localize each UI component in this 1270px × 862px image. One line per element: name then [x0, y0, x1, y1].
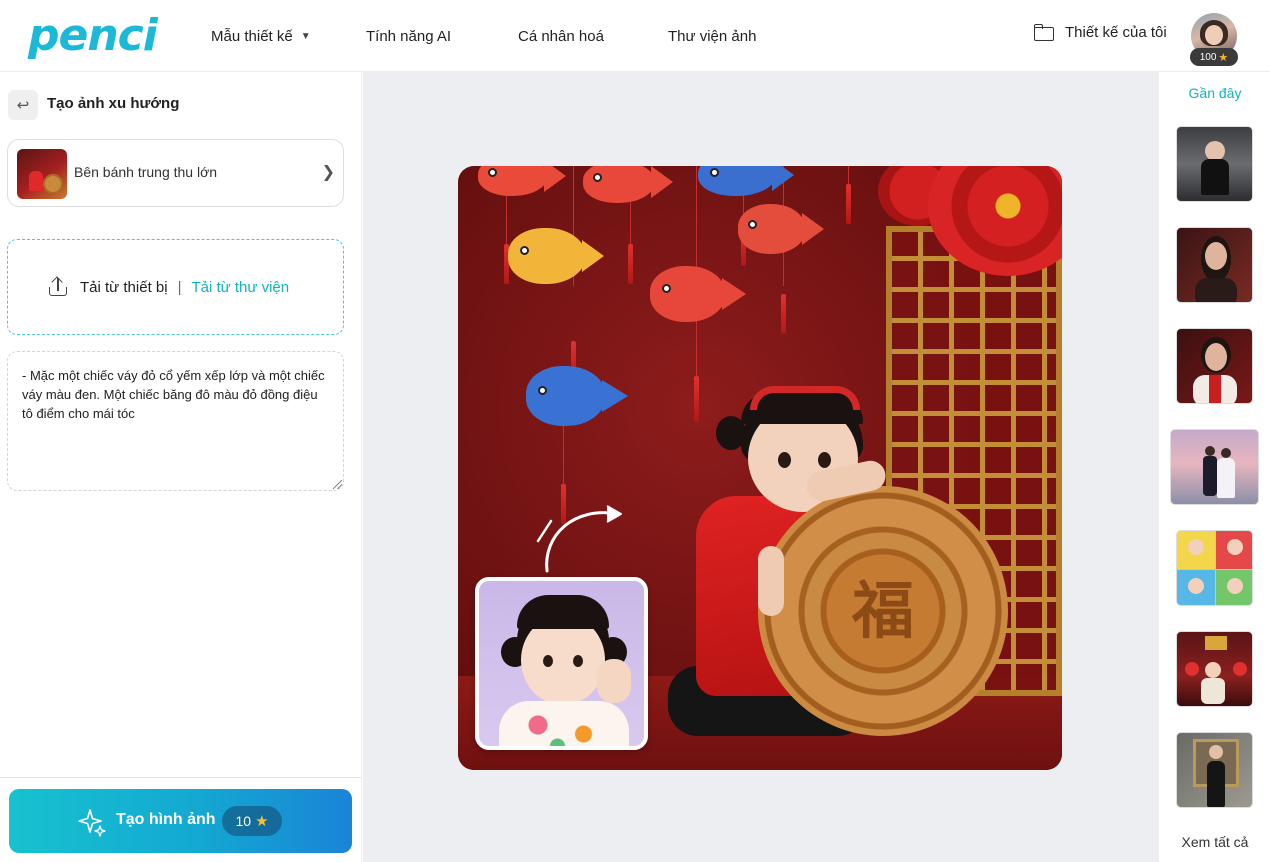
upload-from-library-link[interactable]: Tải từ thư viện [191, 279, 289, 296]
see-all-link[interactable]: Xem tất cả [1159, 834, 1270, 850]
prompt-textarea[interactable]: - Mặc một chiếc váy đỏ cổ yếm xếp lớp và… [7, 351, 344, 491]
recent-thumbnail[interactable] [1176, 227, 1253, 303]
nav-item-photo-library-label: Thư viện ảnh [668, 27, 757, 45]
template-thumbnail [17, 149, 67, 199]
recent-title: Gần đây [1188, 85, 1242, 101]
my-designs-label: Thiết kế của tôi [1065, 24, 1167, 41]
sparkle-icon [78, 809, 106, 837]
top-header: penci Mẫu thiết kế ▼ Tính năng AI Cá nhâ… [0, 0, 1270, 72]
back-arrow-icon: ↩ [16, 97, 30, 114]
mooncake-character: 福 [851, 574, 914, 647]
recent-thumbnail[interactable] [1176, 328, 1253, 404]
template-selector[interactable]: Bên bánh trung thu lớn ❯ [7, 139, 344, 207]
my-designs-link[interactable]: Thiết kế của tôi [1034, 24, 1167, 41]
nav-item-ai-features-label: Tính năng AI [366, 27, 452, 45]
penci-logo[interactable]: penci [28, 10, 158, 62]
upload-from-device-link[interactable]: Tải từ thiết bị [80, 279, 168, 296]
star-icon: ★ [1218, 51, 1229, 64]
upload-separator: | [177, 278, 182, 296]
star-icon: ★ [255, 813, 269, 830]
divider [0, 777, 362, 778]
left-panel: ↩ Tạo ảnh xu hướng Bên bánh trung thu lớ… [0, 72, 362, 862]
nav-item-templates[interactable]: Mẫu thiết kế ▼ [211, 0, 311, 72]
credit-badge: 100 ★ [1190, 48, 1238, 66]
recent-thumbnail[interactable] [1176, 732, 1253, 808]
folder-icon [1034, 24, 1054, 41]
nav-item-ai-features[interactable]: Tính năng AI [366, 0, 451, 72]
canvas-area: 福 [363, 72, 1158, 862]
generate-button-label: Tạo hình ảnh [116, 811, 216, 828]
nav-item-photo-library[interactable]: Thư viện ảnh [668, 0, 756, 72]
upload-dropzone[interactable]: Tải từ thiết bị | Tải từ thư viện [7, 239, 344, 335]
input-photo-inset [475, 577, 648, 750]
generate-cost: 10 [235, 813, 252, 829]
template-name: Bên bánh trung thu lớn [74, 164, 218, 180]
chevron-down-icon: ▼ [300, 30, 311, 42]
resize-handle[interactable] [333, 480, 342, 489]
credit-count: 100 [1199, 51, 1217, 63]
preview-image[interactable]: 福 [458, 166, 1062, 770]
recent-thumbnail[interactable] [1176, 631, 1253, 707]
nav-item-templates-label: Mẫu thiết kế [211, 27, 293, 45]
recent-thumbnail[interactable] [1170, 429, 1259, 505]
recent-thumbnail[interactable] [1176, 126, 1253, 202]
nav-item-personalize-label: Cá nhân hoá [518, 27, 604, 45]
generate-cost-badge: 10 ★ [222, 806, 282, 836]
recent-thumbnail[interactable] [1176, 530, 1253, 606]
recent-panel: Gần đây Xem tất cả [1158, 72, 1270, 862]
back-button[interactable]: ↩ [8, 90, 38, 120]
panel-title: Tạo ảnh xu hướng [47, 95, 180, 112]
chevron-right-icon: ❯ [321, 164, 335, 181]
upload-icon[interactable] [48, 276, 68, 297]
generate-image-button[interactable]: Tạo hình ảnh 10 ★ [9, 789, 352, 853]
curved-arrow-icon [536, 505, 622, 573]
nav-item-personalize[interactable]: Cá nhân hoá [518, 0, 604, 72]
